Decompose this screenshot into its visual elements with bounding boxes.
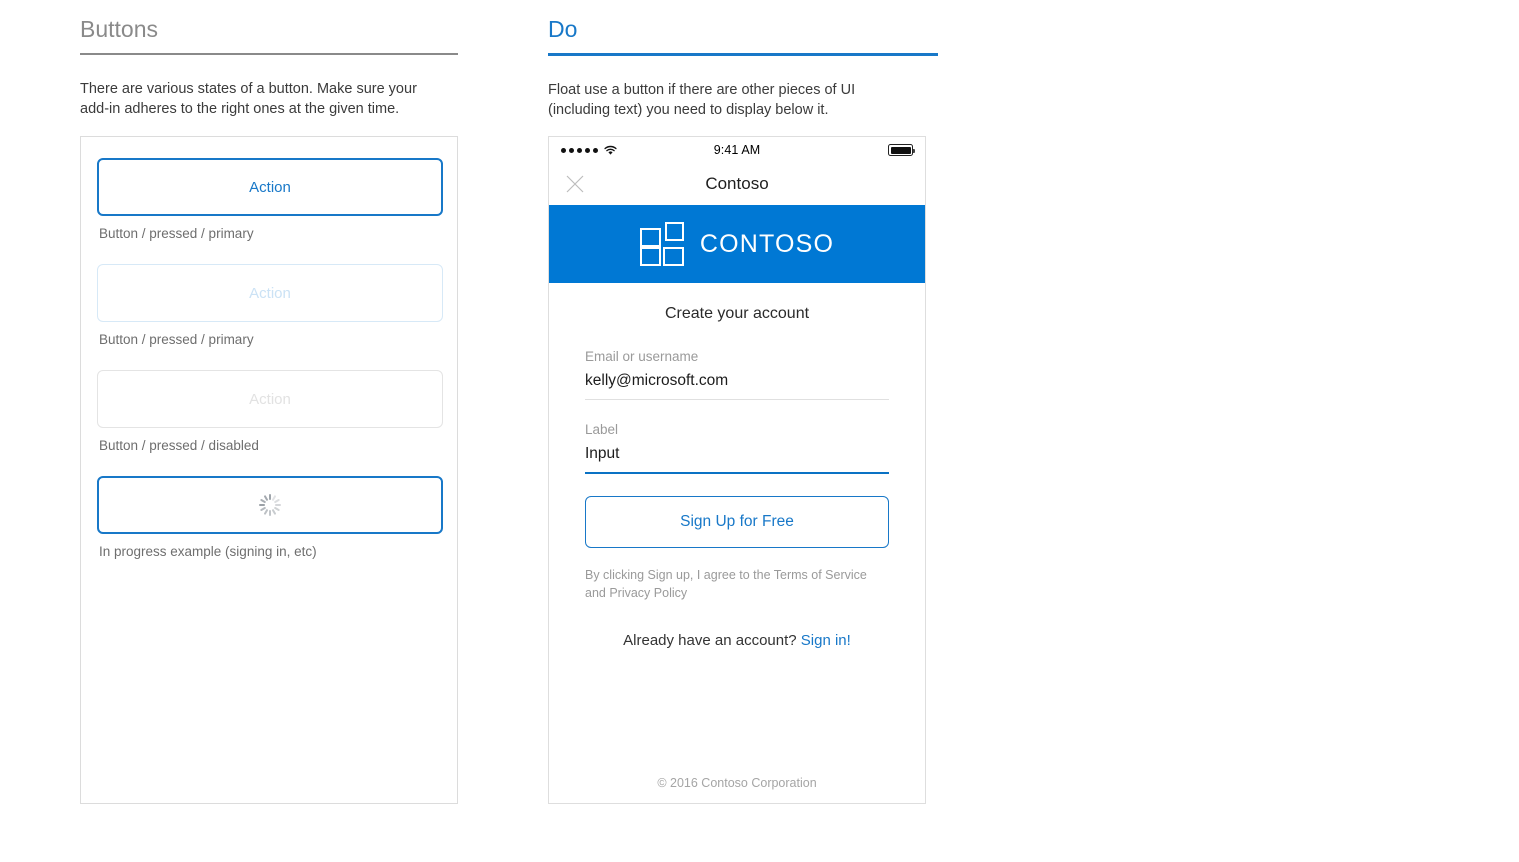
email-field-label: Email or username (585, 349, 699, 364)
phone-nav-title: Contoso (705, 174, 769, 193)
action-button-pressed[interactable]: Action (97, 264, 443, 322)
action-button-pressed-label: Action (249, 284, 291, 302)
email-field-input[interactable]: kelly@microsoft.com (585, 372, 889, 400)
sign-up-button[interactable]: Sign Up for Free (585, 496, 889, 548)
loading-spinner-icon (258, 493, 282, 517)
action-button-disabled-caption: Button / pressed / disabled (99, 438, 259, 453)
signup-form: Create your account Email or username ke… (549, 305, 925, 649)
sign-in-prompt: Already have an account? Sign in! (585, 632, 889, 649)
contoso-brand-banner: CONTOSO (549, 205, 925, 283)
ios-status-bar: 9:41 AM (549, 137, 925, 163)
action-button-disabled-label: Action (249, 390, 291, 408)
label-field-input[interactable]: Input (585, 445, 889, 474)
phone-mockup: 9:41 AM Contoso CONTOSO Create your acco… (548, 136, 926, 804)
action-button-in-progress[interactable] (97, 476, 443, 534)
action-button-primary-label: Action (249, 178, 291, 196)
sign-in-link[interactable]: Sign in! (801, 632, 851, 649)
page-root: Buttons There are various states of a bu… (0, 0, 1519, 862)
action-button-primary[interactable]: Action (97, 158, 443, 216)
buttons-section-description: There are various states of a button. Ma… (80, 81, 417, 117)
contoso-grid-logo-icon (639, 222, 684, 266)
brand-name-label: CONTOSO (699, 229, 835, 258)
phone-footer-copyright: © 2016 Contoso Corporation (657, 776, 817, 790)
do-section-heading: Do (548, 0, 938, 56)
label-field-label: Label (585, 422, 619, 437)
form-title: Create your account (664, 305, 810, 322)
status-bar-time: 9:41 AM (713, 143, 761, 157)
buttons-column: Buttons There are various states of a bu… (80, 0, 458, 804)
email-field-group: Email or username kelly@microsoft.com (585, 349, 889, 400)
action-button-primary-caption: Button / pressed / primary (99, 226, 254, 241)
sign-up-button-label: Sign Up for Free (680, 513, 794, 530)
label-field-group: Label Input (585, 422, 889, 474)
do-column: Do Float use a button if there are other… (548, 0, 938, 804)
action-button-in-progress-caption: In progress example (signing in, etc) (99, 544, 317, 559)
button-list: Action Button / pressed / primary Action… (81, 137, 457, 582)
buttons-section-heading: Buttons (80, 0, 458, 55)
status-bar-right (888, 144, 915, 156)
action-button-disabled: Action (97, 370, 443, 428)
do-section-description: Float use a button if there are other pi… (548, 82, 856, 118)
phone-nav-bar: Contoso (549, 163, 925, 205)
sign-in-prompt-text: Already have an account? (623, 632, 797, 649)
action-button-pressed-caption: Button / pressed / primary (99, 332, 254, 347)
terms-text: By clicking Sign up, I agree to the Term… (585, 568, 867, 600)
buttons-showcase-card: Action Button / pressed / primary Action… (80, 136, 458, 804)
battery-icon (888, 144, 915, 156)
